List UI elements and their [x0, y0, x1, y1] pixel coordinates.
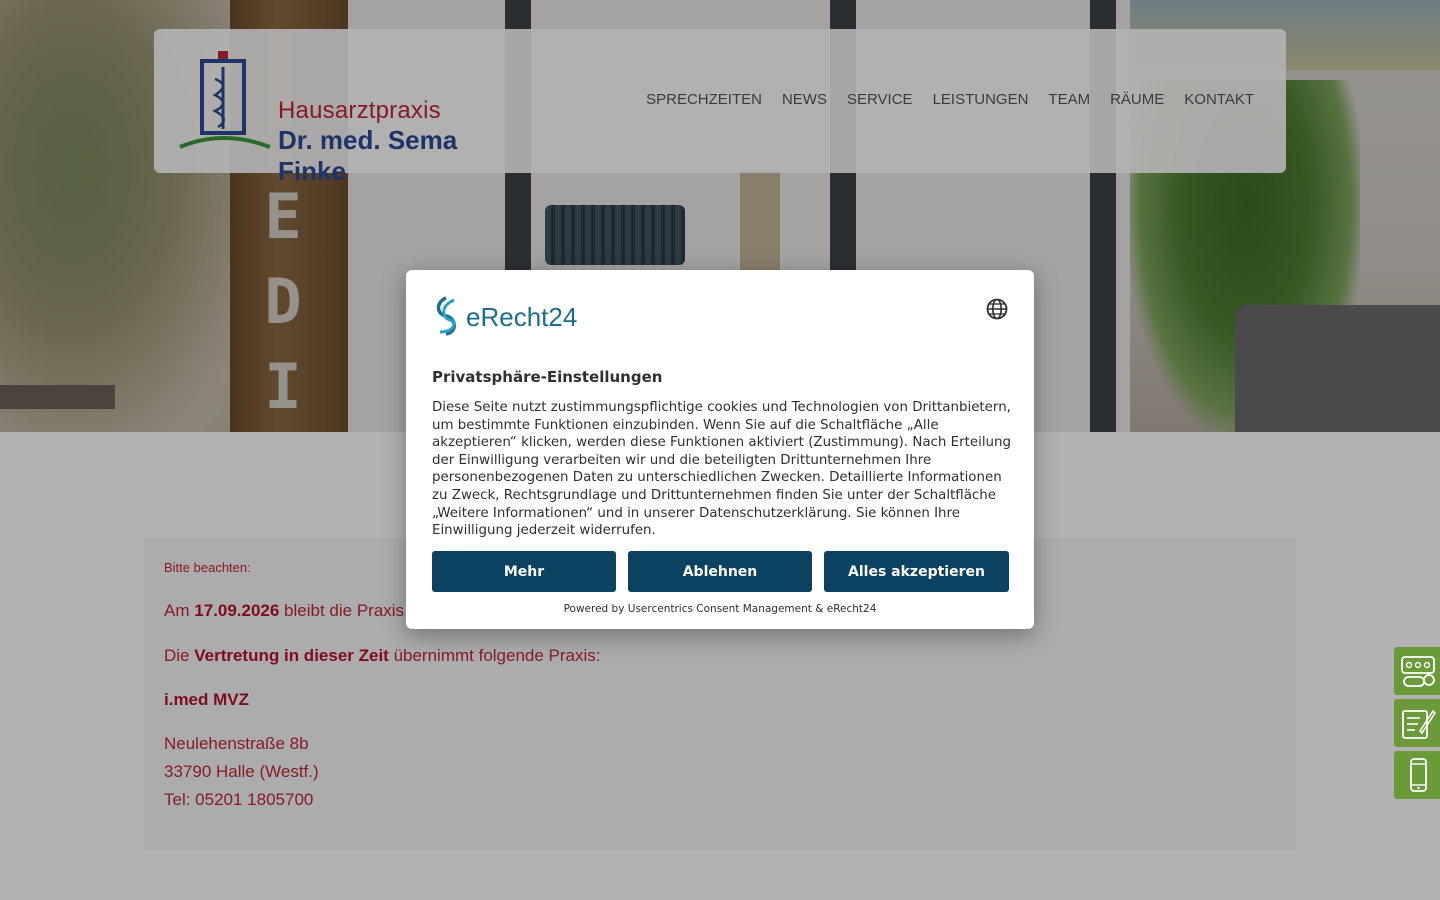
- erecht24-logo: eRecht24: [432, 296, 602, 336]
- powered-by-text: Powered by Usercentrics Consent Manageme…: [563, 603, 877, 615]
- side-button-medication[interactable]: [1394, 647, 1440, 695]
- consent-button-row: Mehr Ablehnen Alles akzeptieren: [432, 551, 1009, 592]
- erecht24-logo-icon: [436, 296, 456, 336]
- accept-all-button[interactable]: Alles akzeptieren: [824, 551, 1009, 592]
- prescription-edit-icon: [1402, 709, 1436, 739]
- consent-body-text: Diese Seite nutzt zustimmungspflichtige …: [432, 400, 1012, 539]
- erecht24-wordmark: eRecht24: [466, 302, 578, 332]
- consent-title: Privatsphäre-Einstellungen: [432, 368, 663, 386]
- language-globe-icon[interactable]: [986, 298, 1008, 320]
- consent-dialog: eRecht24 Privatsphäre-Einstellungen Dies…: [406, 270, 1034, 629]
- pills-icon: [1401, 656, 1435, 687]
- side-button-phone[interactable]: [1394, 751, 1440, 799]
- more-button[interactable]: Mehr: [432, 551, 616, 592]
- side-button-prescription[interactable]: [1394, 699, 1440, 747]
- decline-button[interactable]: Ablehnen: [628, 551, 812, 592]
- smartphone-icon: [1410, 758, 1427, 792]
